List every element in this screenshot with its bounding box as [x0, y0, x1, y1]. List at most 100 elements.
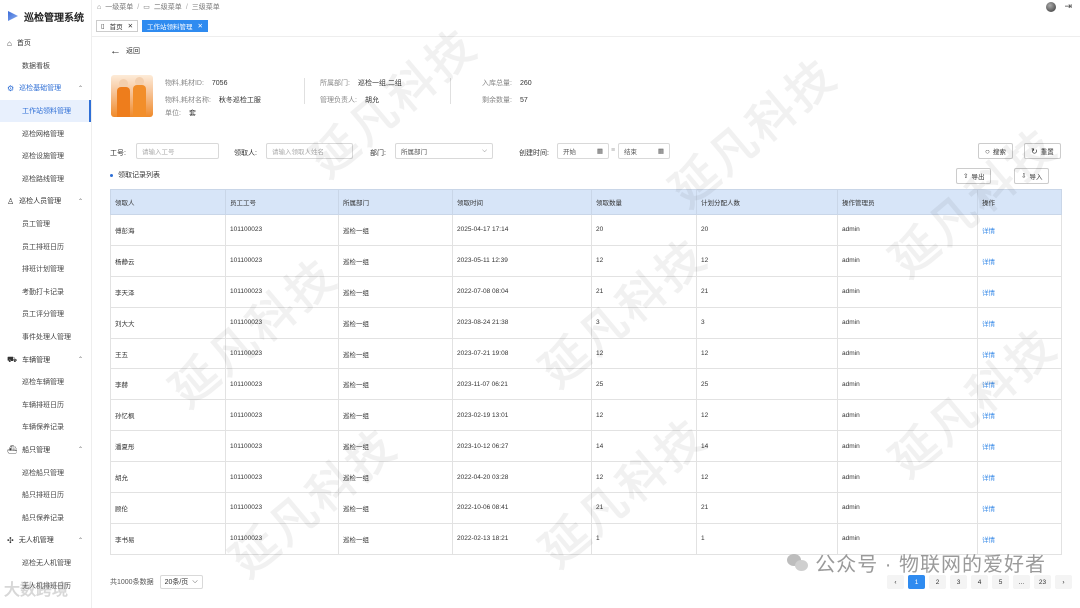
- logo-icon: [8, 11, 18, 21]
- sidebar-item[interactable]: 车辆保养记录: [0, 416, 91, 439]
- start-date-placeholder: 开始: [563, 149, 576, 156]
- column-header: 所属部门: [338, 189, 453, 215]
- page-button[interactable]: 3: [950, 575, 967, 589]
- detail-link[interactable]: 详情: [977, 306, 1062, 339]
- detail-link[interactable]: 详情: [977, 430, 1062, 463]
- table-cell: 21: [591, 275, 697, 308]
- sidebar-group[interactable]: ⌂ 首页: [0, 32, 91, 55]
- table-cell: admin: [837, 368, 978, 401]
- material-name-label: 物料,耗材名称:: [165, 97, 211, 104]
- reset-button[interactable]: ↻ 重置: [1024, 143, 1061, 159]
- page-button[interactable]: 1: [908, 575, 925, 589]
- page-button[interactable]: ...: [1013, 575, 1030, 589]
- detail-link[interactable]: 详情: [977, 214, 1062, 246]
- close-icon[interactable]: ✕: [128, 22, 133, 30]
- home-icon[interactable]: ⌂: [97, 4, 101, 11]
- table-cell: 巡检一组: [338, 430, 453, 463]
- detail-link[interactable]: 详情: [977, 399, 1062, 432]
- material-name-value: 秋冬巡检工服: [218, 97, 261, 104]
- detail-link[interactable]: 详情: [977, 461, 1062, 494]
- sidebar-menu: ⌂ 首页 数据看板 ⚙ 巡检基础管理 ⌃ 工作站领料管理 巡检网格管理 巡检设施管理 巡检路线管理…: [0, 32, 91, 597]
- page-button[interactable]: 5: [992, 575, 1009, 589]
- detail-link[interactable]: 详情: [977, 368, 1062, 401]
- sidebar-item[interactable]: 车辆排班日历: [0, 394, 91, 417]
- back-button[interactable]: ← 返回: [110, 45, 140, 56]
- sidebar-group[interactable]: ⚙ 巡检基础管理 ⌃: [0, 77, 91, 100]
- pagination: ‹ 1 2 3 4 5... 23 ›: [887, 575, 1072, 589]
- sidebar-item[interactable]: 巡检设施管理: [0, 145, 91, 168]
- receiver-placeholder: 请输入领取人姓名: [272, 149, 324, 156]
- page-button[interactable]: 4: [971, 575, 988, 589]
- table-cell: admin: [837, 399, 978, 432]
- detail-link[interactable]: 详情: [977, 492, 1062, 524]
- table-body: 傅彭海 101100023 巡检一组 2025-04-17 17:14 20 20 admi…: [110, 214, 1062, 555]
- sidebar-group[interactable]: ⛟ 车辆管理 ⌃: [0, 348, 91, 371]
- dept-select[interactable]: 所属部门 ⌵: [395, 143, 493, 159]
- table-row: 杨静云 101100023 巡检一组 2023-05-11 12:39 12 12 admi…: [110, 244, 1062, 277]
- search-button[interactable]: ○ 搜索: [978, 143, 1013, 159]
- tab-material-management[interactable]: 工作站领料管理 ✕: [142, 19, 208, 32]
- detail-link[interactable]: 详情: [977, 337, 1062, 370]
- sidebar-item[interactable]: 排班计划管理: [0, 258, 91, 281]
- material-remain-value: 57: [519, 97, 528, 104]
- sidebar-item[interactable]: 巡检无人机管理: [0, 552, 91, 575]
- breadcrumb-level-2[interactable]: 二级菜单: [154, 2, 182, 12]
- table-cell: 孙忆枫: [110, 399, 226, 432]
- sidebar-item[interactable]: 巡检车辆管理: [0, 371, 91, 394]
- receiver-input[interactable]: 请输入领取人姓名: [266, 143, 353, 159]
- avatar[interactable]: [1046, 1, 1057, 12]
- material-id: 物料,耗材ID: 7056: [165, 78, 227, 88]
- table-cell: 潘夏彤: [110, 430, 226, 463]
- logout-icon[interactable]: ⇥: [1064, 1, 1072, 12]
- page-button[interactable]: 23: [1034, 575, 1051, 589]
- start-date-input[interactable]: 开始 ▦: [557, 143, 609, 159]
- table-cell: 巡检一组: [338, 214, 453, 246]
- export-button[interactable]: ⇧ 导出: [956, 168, 992, 184]
- sidebar-group[interactable]: ⛴ 船只管理 ⌃: [0, 439, 91, 462]
- page-size-select[interactable]: 20条/页 ⌵: [159, 575, 203, 589]
- corner-watermark-text: 大数跨境: [4, 582, 69, 599]
- table-cell: 2023-05-11 12:39: [452, 244, 592, 277]
- emp-no-input[interactable]: 请输入工号: [136, 143, 219, 159]
- sidebar-item[interactable]: 巡检网格管理: [0, 122, 91, 145]
- detail-link[interactable]: 详情: [977, 275, 1062, 308]
- sidebar-item[interactable]: 巡检路线管理: [0, 168, 91, 191]
- table-cell: 1: [591, 522, 697, 555]
- material-in-label: 入库总量:: [482, 80, 512, 87]
- sidebar-item[interactable]: 船只保养记录: [0, 506, 91, 529]
- sidebar-item[interactable]: 员工管理: [0, 213, 91, 236]
- table-cell: 2022-07-08 08:04: [452, 275, 592, 308]
- table-row: 李赫 101100023 巡检一组 2023-11-07 06:21 25 25 admin…: [110, 368, 1062, 401]
- material-id-label: 物料,耗材ID:: [165, 80, 204, 87]
- detail-link[interactable]: 详情: [977, 244, 1062, 277]
- table-cell: 巡检一组: [338, 492, 453, 524]
- sidebar-item[interactable]: 船只排班日历: [0, 484, 91, 507]
- reset-label: 重置: [1040, 149, 1054, 156]
- chevron-up-icon: ⌃: [77, 198, 83, 205]
- sidebar-item[interactable]: 数据看板: [0, 55, 91, 78]
- sidebar-item[interactable]: 考勤打卡记录: [0, 281, 91, 304]
- end-date-input[interactable]: 结束 ▦: [618, 143, 670, 159]
- sidebar-item[interactable]: 巡检船只管理: [0, 461, 91, 484]
- breadcrumb: ⌂ 一级菜单 / ▭ 二级菜单 / 三级菜单: [92, 0, 1080, 14]
- page-button[interactable]: 2: [929, 575, 946, 589]
- table-row: 李天泽 101100023 巡检一组 2022-07-08 08:04 21 21 admi…: [110, 275, 1062, 308]
- breadcrumb-level-1[interactable]: 一级菜单: [105, 2, 133, 12]
- chevron-down-icon: ⌵: [192, 578, 198, 585]
- user-icon: ♙: [7, 196, 15, 206]
- import-button[interactable]: ⇩ 导入: [1014, 168, 1050, 184]
- sidebar-item[interactable]: 事件处理人管理: [0, 326, 91, 349]
- prev-page-button[interactable]: ‹: [887, 575, 904, 589]
- sidebar-item[interactable]: 工作站领料管理: [0, 99, 91, 123]
- sidebar-group[interactable]: ♙ 巡检人员管理 ⌃: [0, 190, 91, 213]
- table-cell: 2025-04-17 17:14: [452, 214, 592, 246]
- table-cell: 3: [591, 306, 697, 339]
- close-icon[interactable]: ✕: [198, 22, 203, 30]
- sidebar-item[interactable]: 员工排班日历: [0, 235, 91, 258]
- tab-home[interactable]: ▯ 首页 ✕: [96, 19, 139, 32]
- next-page-button[interactable]: ›: [1055, 575, 1072, 589]
- sidebar-item[interactable]: 员工评分管理: [0, 303, 91, 326]
- sidebar-group[interactable]: ✣ 无人机管理 ⌃: [0, 529, 91, 552]
- column-header: 领取人: [110, 189, 226, 215]
- calendar-icon: ▦: [657, 148, 664, 155]
